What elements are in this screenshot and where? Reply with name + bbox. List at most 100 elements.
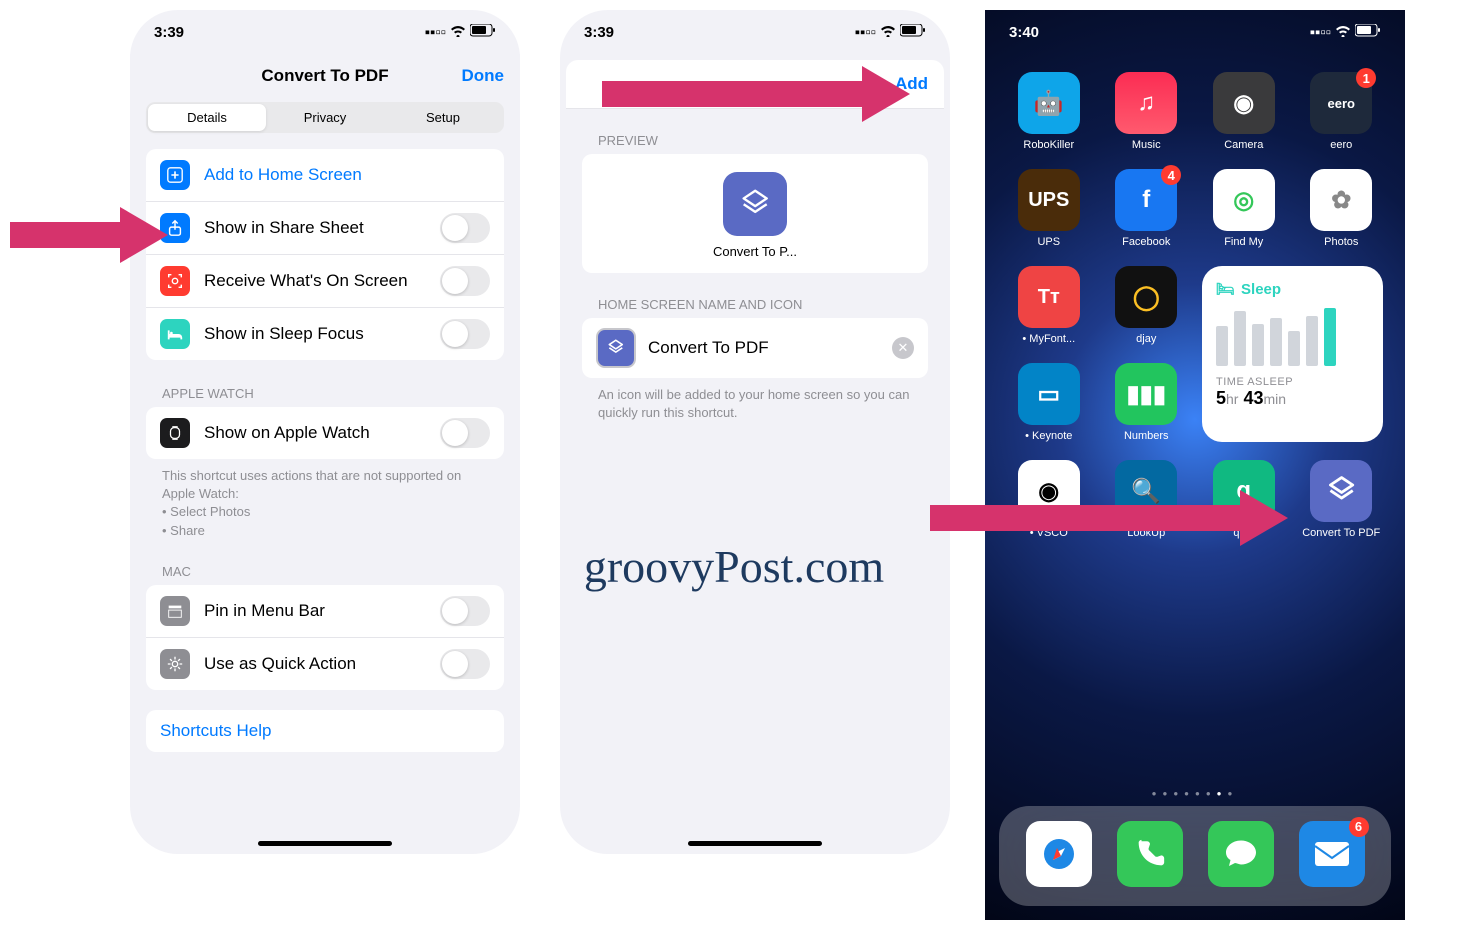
receive-toggle[interactable] (440, 266, 490, 296)
app-photos[interactable]: ✿Photos (1300, 169, 1384, 248)
quick-action-row[interactable]: Use as Quick Action (146, 638, 504, 690)
app-icon: ◯ (1115, 266, 1177, 328)
share-icon (160, 213, 190, 243)
preview-header: PREVIEW (566, 127, 944, 154)
battery-icon (900, 24, 926, 41)
home-plus-icon (160, 160, 190, 190)
apple-watch-row[interactable]: Show on Apple Watch (146, 407, 504, 459)
receive-label: Receive What's On Screen (204, 271, 426, 291)
app-label: Camera (1202, 139, 1286, 151)
pin-label: Pin in Menu Bar (204, 601, 426, 621)
bed-icon (160, 319, 190, 349)
dock-messages[interactable] (1208, 821, 1274, 892)
phone-add-to-home-screen: 3:39 ▪▪▫▫ Add PREVIEW Convert To P... HO… (560, 10, 950, 854)
app-convert-to-pdf[interactable]: Convert To PDF (1300, 460, 1384, 539)
name-list: Convert To PDF ✕ (582, 318, 928, 378)
app-quip[interactable]: q quip (1202, 460, 1286, 539)
status-time: 3:39 (584, 24, 614, 41)
app-icon: eero1 (1310, 72, 1372, 134)
app-facebook[interactable]: f4Facebook (1105, 169, 1189, 248)
sleep-focus-row[interactable]: Show in Sleep Focus (146, 308, 504, 360)
preview-label: Convert To P... (582, 244, 928, 259)
app-label: Music (1105, 139, 1189, 151)
app-myfont-[interactable]: Tт • MyFont... (1007, 266, 1091, 345)
segmented-control[interactable]: Details Privacy Setup (146, 102, 504, 133)
app-djay[interactable]: ◯ djay (1105, 266, 1189, 345)
page-indicator[interactable]: ●●●●●●●● (985, 789, 1405, 798)
tab-setup[interactable]: Setup (384, 104, 502, 131)
dock-safari[interactable] (1026, 821, 1092, 892)
sleep-toggle[interactable] (440, 319, 490, 349)
help-label: Shortcuts Help (160, 721, 490, 741)
sheet-header: Add (566, 60, 944, 109)
name-shortcut-icon[interactable] (596, 328, 636, 368)
pin-toggle[interactable] (440, 596, 490, 626)
help-row[interactable]: Shortcuts Help (146, 710, 504, 752)
app-label: Find My (1202, 236, 1286, 248)
badge: 4 (1161, 165, 1181, 185)
status-indicators: ▪▪▫▫ (855, 24, 926, 41)
app-robokiller[interactable]: 🤖RoboKiller (1007, 72, 1091, 151)
signal-icon: ▪▪▫▫ (1310, 24, 1331, 41)
phone-icon (1117, 821, 1183, 887)
app-music[interactable]: ♫ Music (1105, 72, 1189, 151)
app-find-my[interactable]: ◎ Find My (1202, 169, 1286, 248)
app-icon: ▮▮▮ (1115, 363, 1177, 425)
app-label: • Keynote (1007, 430, 1091, 442)
app-label: • MyFont... (1007, 333, 1091, 345)
app-icon: ◎ (1213, 169, 1275, 231)
done-button[interactable]: Done (462, 66, 505, 86)
battery-icon (1355, 24, 1381, 41)
share-label: Show in Share Sheet (204, 218, 426, 238)
dock-mail[interactable]: 6 (1299, 821, 1365, 892)
app-vsco[interactable]: ◉• VSCO (1007, 460, 1091, 539)
add-to-home-row[interactable]: Add to Home Screen (146, 149, 504, 202)
tab-details[interactable]: Details (148, 104, 266, 131)
status-time: 3:39 (154, 24, 184, 41)
name-input[interactable]: Convert To PDF (648, 338, 880, 358)
app-label: Photos (1300, 236, 1384, 248)
name-row[interactable]: Convert To PDF ✕ (582, 318, 928, 378)
share-toggle[interactable] (440, 213, 490, 243)
app-icon: ◉ (1018, 460, 1080, 522)
app-keynote[interactable]: ▭• Keynote (1007, 363, 1091, 442)
menubar-icon (160, 596, 190, 626)
tab-privacy[interactable]: Privacy (266, 104, 384, 131)
app-label: LookUp (1105, 527, 1189, 539)
app-camera[interactable]: ◉Camera (1202, 72, 1286, 151)
clear-button[interactable]: ✕ (892, 337, 914, 359)
sleep-widget[interactable]: 🛏 SleepTIME ASLEEP5hr 43min (1202, 266, 1383, 442)
receive-row[interactable]: Receive What's On Screen (146, 255, 504, 308)
app-eero[interactable]: eero1eero (1300, 72, 1384, 151)
add-button[interactable]: Add (895, 74, 928, 94)
wifi-icon (880, 24, 896, 41)
nav-title: Convert To PDF (261, 66, 388, 86)
app-label: RoboKiller (1007, 139, 1091, 151)
app-icon: q (1213, 460, 1275, 522)
watch-header: APPLE WATCH (130, 380, 520, 407)
sleep-label: Show in Sleep Focus (204, 324, 426, 344)
app-icon: Tт (1018, 266, 1080, 328)
scan-icon (160, 266, 190, 296)
home-indicator[interactable] (258, 841, 392, 846)
quick-toggle[interactable] (440, 649, 490, 679)
dock-phone[interactable] (1117, 821, 1183, 892)
watch-footnote: This shortcut uses actions that are not … (130, 467, 520, 558)
bed-icon: 🛏 (1216, 280, 1235, 298)
app-ups[interactable]: UPSUPS (1007, 169, 1091, 248)
app-label: quip (1202, 527, 1286, 539)
app-label: djay (1105, 333, 1189, 345)
phone-details-screen: 3:39 ▪▪▫▫ Convert To PDF Done Details Pr… (130, 10, 520, 854)
watch-label: Show on Apple Watch (204, 423, 426, 443)
wifi-icon (1335, 24, 1351, 41)
share-sheet-row[interactable]: Show in Share Sheet (146, 202, 504, 255)
app-lookup[interactable]: 🔍 LookUp (1105, 460, 1189, 539)
mac-list: Pin in Menu Bar Use as Quick Action (146, 585, 504, 690)
app-numbers[interactable]: ▮▮▮Numbers (1105, 363, 1189, 442)
pin-menubar-row[interactable]: Pin in Menu Bar (146, 585, 504, 638)
watch-toggle[interactable] (440, 418, 490, 448)
dock: 6 (999, 806, 1391, 906)
app-icon: ♫ (1115, 72, 1177, 134)
home-indicator[interactable] (688, 841, 822, 846)
app-icon: 🔍 (1115, 460, 1177, 522)
